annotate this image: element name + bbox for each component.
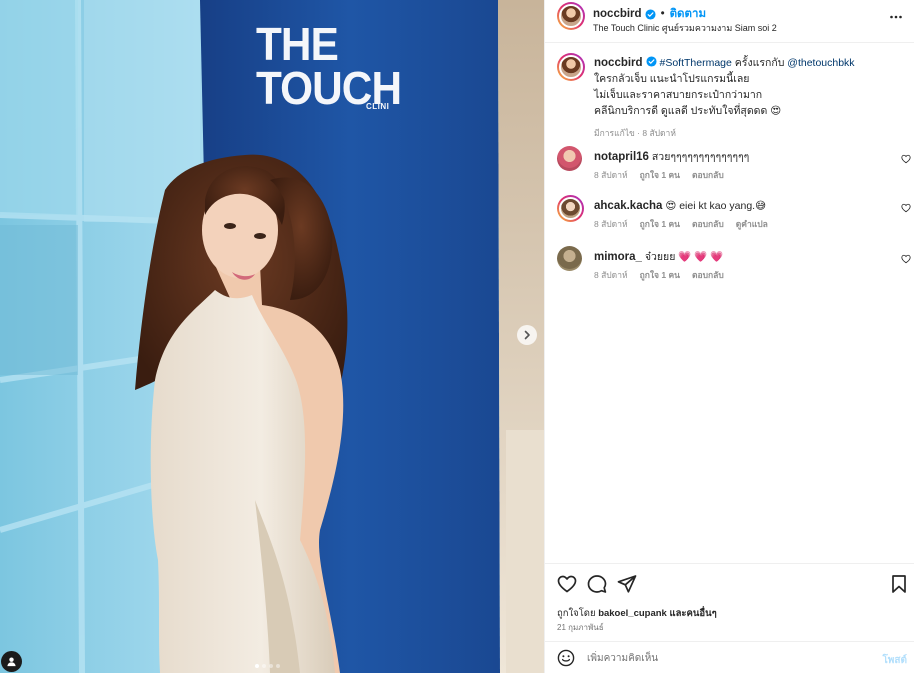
comment-body: notapril16 สวยๆๆๆๆๆๆๆๆๆๆๆๆๆๆ <box>594 149 884 165</box>
caption-line-4: คลีนิกบริการดี ดูแลดี ประทับใจที่สุดดด 😍 <box>594 105 782 117</box>
emoji-button[interactable] <box>557 649 575 670</box>
comment-meta: 8 สัปดาห์ ถูกใจ 1 คน ตอบกลับ <box>594 268 724 282</box>
carousel-dot <box>276 664 280 668</box>
post-media[interactable]: THE TOUCH CLINI <box>0 0 544 673</box>
liked-by-prefix: ถูกใจโดย <box>557 608 599 619</box>
caption-username[interactable]: noccbird <box>594 57 643 69</box>
carousel-dot <box>262 664 266 668</box>
verified-badge-icon <box>646 56 657 67</box>
post-header: noccbird • ติดตาม The Touch Clinic ศูนย์… <box>545 0 914 43</box>
reply-button[interactable]: ตอบกลับ <box>692 168 724 182</box>
like-comment-icon[interactable] <box>901 154 911 164</box>
comment-username[interactable]: ahcak.kacha <box>594 200 662 212</box>
like-comment-icon[interactable] <box>901 203 911 213</box>
location-link[interactable]: The Touch Clinic ศูนย์รวมความงาม Siam so… <box>593 21 777 35</box>
carousel-dot <box>255 664 259 668</box>
commenter-avatar[interactable] <box>557 246 582 271</box>
caption-edited-time: มีการแก้ไข · 8 สัปดาห์ <box>594 128 676 138</box>
emoji-icon <box>557 649 575 667</box>
liked-by-others[interactable]: และคนอื่นๆ <box>667 608 716 619</box>
carousel-indicator <box>255 664 280 668</box>
commenter-avatar[interactable] <box>557 146 582 171</box>
like-comment-icon[interactable] <box>901 254 911 264</box>
comment-input[interactable] <box>587 648 857 668</box>
comment-text: จ๋วยยย 💗 💗 💗 <box>644 251 724 263</box>
comment-username[interactable]: notapril16 <box>594 151 649 163</box>
caption-line-3: ไม่เจ็บและราคาสบายกระเป๋ากว่ามาก <box>594 89 763 101</box>
instagram-post-view: THE TOUCH CLINI noccbird • ติดตาม The To… <box>0 0 914 673</box>
user-icon <box>7 657 16 667</box>
reply-button[interactable]: ตอบกลับ <box>692 217 724 231</box>
liked-by-text: ถูกใจโดย bakoel_cupank และคนอื่นๆ <box>557 606 717 621</box>
share-icon[interactable] <box>617 574 637 594</box>
comment-time: 8 สัปดาห์ <box>594 219 628 229</box>
comment-body: ahcak.kacha 😍 eiei kt kao yang.😅 <box>594 198 884 214</box>
comment-time: 8 สัปดาห์ <box>594 170 628 180</box>
caption-line-2: ใครกลัวเจ็บ แนะนำโปรแกรมนี้เลย <box>594 73 750 85</box>
post-comment-button[interactable]: โพสต์ <box>882 653 907 668</box>
author-avatar[interactable] <box>557 2 585 30</box>
carousel-next-button[interactable] <box>517 325 537 345</box>
tagged-users-button[interactable] <box>1 651 22 672</box>
comment-text: 😍 eiei kt kao yang.😅 <box>665 200 767 212</box>
comment-meta: 8 สัปดาห์ ถูกใจ 1 คน ตอบกลับ ดูคำแปล <box>594 217 768 231</box>
caption-avatar[interactable] <box>557 53 585 81</box>
caption-mention[interactable]: @thetouchbkk <box>787 57 854 69</box>
comment-likes[interactable]: ถูกใจ 1 คน <box>640 168 680 182</box>
heart-icon[interactable] <box>557 574 577 594</box>
clinic-logo-text: THE TOUCH <box>256 21 402 111</box>
more-options-button[interactable] <box>889 10 903 27</box>
comment-username[interactable]: mimora_ <box>594 251 642 263</box>
reply-button[interactable]: ตอบกลับ <box>692 268 724 282</box>
caption-text: noccbird #SoftThermage ครั้งแรกกับ @thet… <box>594 55 884 119</box>
comment-icon[interactable] <box>587 574 607 594</box>
bookmark-icon[interactable] <box>889 574 909 594</box>
caption-hashtag[interactable]: #SoftThermage <box>659 57 731 69</box>
caption-text-1: ครั้งแรกกับ <box>731 57 788 69</box>
caption-meta: มีการแก้ไข · 8 สัปดาห์ <box>594 126 676 140</box>
logo-subtext: CLINI <box>366 102 390 111</box>
verified-badge-icon <box>645 8 656 20</box>
more-horizontal-icon <box>890 15 902 19</box>
post-side-panel: noccbird • ติดตาม The Touch Clinic ศูนย์… <box>544 0 914 673</box>
carousel-dot <box>269 664 273 668</box>
commenter-avatar[interactable] <box>557 195 584 222</box>
separator-dot: • <box>660 8 665 20</box>
liked-by-user[interactable]: bakoel_cupank <box>598 608 667 619</box>
author-username[interactable]: noccbird <box>593 8 642 20</box>
comment-text: สวยๆๆๆๆๆๆๆๆๆๆๆๆๆๆ <box>651 151 750 163</box>
comment-meta: 8 สัปดาห์ ถูกใจ 1 คน ตอบกลับ <box>594 168 724 182</box>
comment-likes[interactable]: ถูกใจ 1 คน <box>640 217 680 231</box>
post-actions: ถูกใจโดย bakoel_cupank และคนอื่นๆ 21 กุม… <box>545 563 914 641</box>
comment-time: 8 สัปดาห์ <box>594 270 628 280</box>
post-date: 21 กุมภาพันธ์ <box>557 623 604 632</box>
add-comment-bar: โพสต์ <box>545 641 914 673</box>
see-translation-button[interactable]: ดูคำแปล <box>736 217 768 231</box>
comment-likes[interactable]: ถูกใจ 1 คน <box>640 268 680 282</box>
comment-body: mimora_ จ๋วยยย 💗 💗 💗 <box>594 249 884 265</box>
chevron-right-icon <box>524 330 530 340</box>
